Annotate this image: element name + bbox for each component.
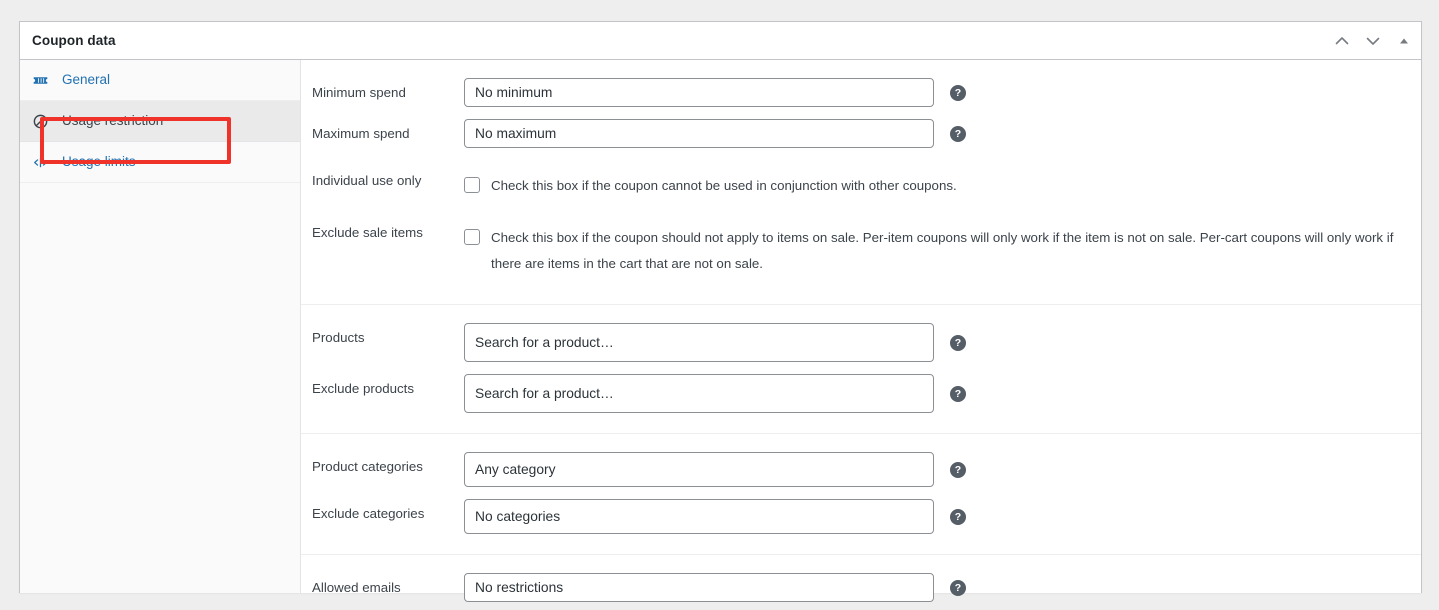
sidebar-item-label: Usage restriction <box>62 113 164 129</box>
exclude-products-label: Exclude products <box>312 380 414 396</box>
exclude-sale-items-checkbox-label: Check this box if the coupon should not … <box>491 229 1394 271</box>
field-group-products: Products Search for a product… ? Exclude… <box>301 305 1421 434</box>
field-row-exclude-products: Exclude products Search for a product… ? <box>301 368 1421 419</box>
exclude-sale-items-checkbox-row: Check this box if the coupon should not … <box>464 218 1406 284</box>
help-icon-exclude-products[interactable]: ? <box>950 385 966 402</box>
field-group-allowed-emails: Allowed emails ? <box>301 555 1421 610</box>
exclude-products-field-wrap: Search for a product… ? <box>464 373 966 413</box>
move-up-icon[interactable] <box>1331 30 1353 52</box>
ticket-icon <box>30 70 50 90</box>
maximum-spend-label: Maximum spend <box>312 126 410 141</box>
field-row-exclude-categories: Exclude categories No categories ? <box>301 493 1421 540</box>
help-icon-maximum-spend[interactable]: ? <box>950 126 966 142</box>
allowed-emails-input[interactable] <box>464 572 934 602</box>
panel-header-actions <box>1331 22 1415 60</box>
allowed-emails-label: Allowed emails <box>312 579 401 595</box>
prohibition-icon <box>30 111 50 131</box>
product-categories-select[interactable]: Any category <box>464 451 934 487</box>
individual-use-only-label: Individual use only <box>312 173 422 188</box>
exclude-categories-select[interactable]: No categories <box>464 498 934 534</box>
coupon-data-panel: Coupon data General Usage restriction Us… <box>19 21 1422 602</box>
page-title: Coupon data <box>32 33 116 48</box>
field-group-categories: Product categories Any category ? Exclud… <box>301 434 1421 555</box>
allowed-emails-field-wrap: ? <box>464 572 966 602</box>
field-row-minimum-spend: Minimum spend ? <box>301 72 1421 113</box>
field-row-maximum-spend: Maximum spend ? <box>301 113 1421 154</box>
exclude-products-search-input[interactable]: Search for a product… <box>464 373 934 413</box>
maximum-spend-input[interactable] <box>464 119 934 148</box>
minimum-spend-label: Minimum spend <box>312 85 406 100</box>
products-label: Products <box>312 329 365 345</box>
field-row-allowed-emails: Allowed emails ? <box>301 567 1421 608</box>
toggle-panel-icon[interactable] <box>1393 30 1415 52</box>
minimum-spend-field-wrap: ? <box>464 78 966 107</box>
panel-body: General Usage restriction Usage limits M… <box>20 60 1421 602</box>
individual-use-only-checkbox-row: Check this box if the coupon cannot be u… <box>464 166 957 206</box>
help-icon-allowed-emails[interactable]: ? <box>950 579 966 596</box>
field-row-products: Products Search for a product… ? <box>301 317 1421 368</box>
individual-use-only-checkbox-label: Check this box if the coupon cannot be u… <box>491 178 957 193</box>
exclude-categories-label: Exclude categories <box>312 505 425 521</box>
move-down-icon[interactable] <box>1362 30 1384 52</box>
panel-header: Coupon data <box>20 22 1421 60</box>
sidebar-item-usage-limits[interactable]: Usage limits <box>20 142 300 183</box>
field-row-product-categories: Product categories Any category ? <box>301 446 1421 493</box>
product-categories-field-wrap: Any category ? <box>464 451 966 487</box>
coupon-data-tabs: General Usage restriction Usage limits <box>20 60 301 593</box>
usage-limits-icon <box>30 152 50 172</box>
sidebar-item-usage-restriction[interactable]: Usage restriction <box>20 101 300 142</box>
field-row-individual-use-only: Individual use only Check this box if th… <box>301 160 1421 212</box>
exclude-categories-field-wrap: No categories ? <box>464 498 966 534</box>
exclude-sale-items-checkbox[interactable] <box>464 228 480 245</box>
field-row-exclude-sale-items: Exclude sale items Check this box if the… <box>301 212 1421 290</box>
product-categories-label: Product categories <box>312 458 423 474</box>
help-icon-exclude-categories[interactable]: ? <box>950 508 966 525</box>
coupon-fields: Minimum spend ? Maximum spend ? <box>301 60 1421 602</box>
exclude-sale-items-label: Exclude sale items <box>312 224 423 240</box>
products-search-input[interactable]: Search for a product… <box>464 322 934 362</box>
help-icon-minimum-spend[interactable]: ? <box>950 85 966 101</box>
field-group-restrictions: Minimum spend ? Maximum spend ? <box>301 60 1421 305</box>
products-field-wrap: Search for a product… ? <box>464 322 966 362</box>
sidebar-item-label: General <box>62 72 111 88</box>
help-icon-products[interactable]: ? <box>950 334 966 351</box>
minimum-spend-input[interactable] <box>464 78 934 107</box>
individual-use-only-checkbox[interactable] <box>464 177 480 193</box>
maximum-spend-field-wrap: ? <box>464 119 966 148</box>
sidebar-item-label: Usage limits <box>62 154 136 170</box>
sidebar-item-general[interactable]: General <box>20 60 300 101</box>
help-icon-product-categories[interactable]: ? <box>950 461 966 478</box>
screen: Coupon data General Usage restriction Us… <box>0 0 1439 610</box>
